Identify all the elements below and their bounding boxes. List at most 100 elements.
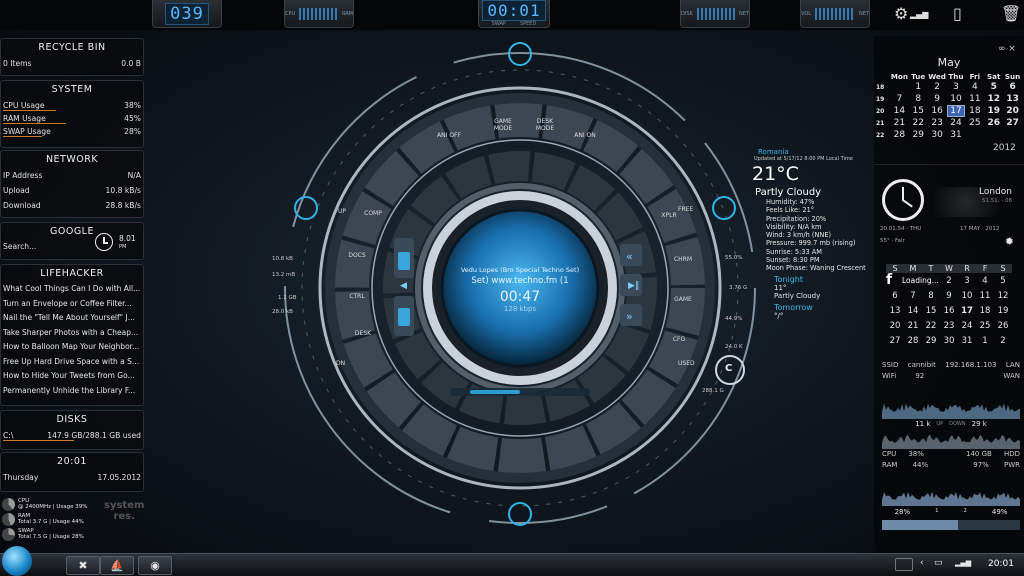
hud-button[interactable]: CFG <box>666 336 692 343</box>
mini-day[interactable]: 21 <box>904 321 922 331</box>
calendar-day[interactable]: 31 <box>947 130 966 140</box>
mini-day[interactable]: 3 <box>958 276 976 286</box>
google-search-input[interactable]: Search... <box>3 242 36 251</box>
next-track-icon[interactable]: » <box>626 310 633 323</box>
feed-item[interactable]: How to Balloon Map Your Neighbor... <box>1 340 143 355</box>
tray-signal-icon[interactable]: ▂▄▆ <box>955 559 971 567</box>
disk-drive[interactable]: C:\ <box>3 431 13 440</box>
calendar-day[interactable]: 9 <box>928 94 947 104</box>
calendar-day[interactable]: 6 <box>1003 82 1022 92</box>
counter-widget[interactable]: 039 <box>152 0 222 28</box>
mini-day[interactable]: 14 <box>904 306 922 316</box>
calendar-day[interactable]: 10 <box>947 94 966 104</box>
mini-day[interactable]: 30 <box>940 336 958 346</box>
taskbar-app-icon[interactable]: ⛵ <box>100 556 134 575</box>
infinity-icon[interactable]: ∞ × <box>998 44 1016 54</box>
calendar-day[interactable]: 15 <box>909 106 928 116</box>
hud-button[interactable]: XPLR <box>656 212 682 219</box>
recycle-bin-widget[interactable]: RECYCLE BIN 0 Items 0.0 B <box>0 38 144 76</box>
calendar-day[interactable]: 2 <box>928 82 947 92</box>
mini-day[interactable]: 8 <box>922 291 940 301</box>
mini-day[interactable]: 2 <box>940 276 958 286</box>
mini-day[interactable]: 6 <box>886 291 904 301</box>
feed-item[interactable]: What Cool Things Can I Do with All... <box>1 282 143 297</box>
mini-day[interactable]: 16 <box>940 306 958 316</box>
calendar-day[interactable]: 7 <box>890 94 909 104</box>
feed-item[interactable]: Turn an Envelope or Coffee Filter... <box>1 297 143 312</box>
player-c-icon[interactable]: C <box>725 363 732 374</box>
mini-day[interactable]: 23 <box>940 321 958 331</box>
calendar-day[interactable]: 19 <box>984 106 1003 116</box>
taskbar-tools-icon[interactable]: ✖ <box>66 556 100 575</box>
mini-day[interactable]: 9 <box>940 291 958 301</box>
tray-chevron-icon[interactable]: ‹ <box>920 558 924 568</box>
clock-widget[interactable]: 00:01 SWAP SPEED <box>478 0 550 28</box>
calendar-day[interactable]: 25 <box>965 118 984 128</box>
feed-item[interactable]: Nail the "Tell Me About Yourself" J... <box>1 311 143 326</box>
calendar-day[interactable]: 5 <box>984 82 1003 92</box>
hud-button[interactable]: CTRL <box>344 293 370 300</box>
mini-day[interactable]: 7 <box>904 291 922 301</box>
mini-day[interactable]: 22 <box>922 321 940 331</box>
taskbar-browser-icon[interactable]: ◉ <box>138 556 172 575</box>
mini-day[interactable]: 12 <box>994 291 1012 301</box>
calendar-day[interactable]: 24 <box>947 118 966 128</box>
tray-monitor-icon[interactable]: ▭ <box>934 558 943 568</box>
calendar-day[interactable]: 16 <box>928 106 947 116</box>
meter-widget-2[interactable]: DISK NET <box>680 0 750 28</box>
calendar-day[interactable]: 12 <box>984 94 1003 104</box>
weather-widget[interactable]: Romania Updated at 5/17/12 8:00 PM Local… <box>752 148 876 320</box>
hud-button[interactable]: ANI OFF <box>436 132 462 139</box>
feed-item[interactable]: Permanently Unhide the Library F... <box>1 384 143 399</box>
mini-day[interactable]: 27 <box>886 336 904 346</box>
meter-widget-3[interactable]: VOL NET <box>800 0 870 28</box>
calendar-day[interactable]: 27 <box>1003 118 1022 128</box>
hud-button[interactable]: GAME MODE <box>490 118 516 132</box>
mini-day[interactable]: 31 <box>958 336 976 346</box>
battery-icon[interactable]: ▯ <box>953 4 962 23</box>
facebook-icon[interactable]: f <box>886 272 892 288</box>
mini-day[interactable]: 4 <box>976 276 994 286</box>
hud-button[interactable]: DESK <box>350 330 376 337</box>
calendar-day[interactable]: 8 <box>909 94 928 104</box>
mini-day[interactable]: 10 <box>958 291 976 301</box>
mini-day[interactable]: 5 <box>994 276 1012 286</box>
keyboard-icon[interactable] <box>895 558 913 571</box>
calendar-day[interactable]: 23 <box>928 118 947 128</box>
mini-day[interactable]: 28 <box>904 336 922 346</box>
now-playing[interactable]: Vedu Lopes (Bro Special Techno Set) Set)… <box>445 266 595 313</box>
hud-button[interactable]: CHRM <box>670 256 696 263</box>
calendar-day[interactable]: 18 <box>965 106 984 116</box>
mini-day[interactable]: 24 <box>958 321 976 331</box>
hud-button[interactable]: DOCS <box>344 252 370 259</box>
mini-day[interactable]: 19 <box>994 306 1012 316</box>
mini-day[interactable]: 26 <box>994 321 1012 331</box>
calendar-day[interactable]: 28 <box>890 130 909 140</box>
google-widget[interactable]: GOOGLE Search... 8.01 PM <box>0 222 144 260</box>
meter-widget-1[interactable]: CPU RAM <box>284 0 354 28</box>
feed-item[interactable]: How to Hide Your Tweets from Go... <box>1 369 143 384</box>
mini-day[interactable]: 15 <box>922 306 940 316</box>
mini-day[interactable]: 25 <box>976 321 994 331</box>
mini-day[interactable]: 17 <box>958 306 976 316</box>
calendar-day[interactable]: 20 <box>1003 106 1022 116</box>
world-clock-widget[interactable]: London 51.51, -.08 20.01.54 · THU 17 MAY… <box>874 164 1024 254</box>
prev-track-icon[interactable]: « <box>626 250 633 263</box>
feed-item[interactable]: Take Sharper Photos with a Cheap... <box>1 326 143 341</box>
mini-day[interactable]: 29 <box>922 336 940 346</box>
mini-day[interactable]: 20 <box>886 321 904 331</box>
calendar-day[interactable]: 14 <box>890 106 909 116</box>
calendar-day[interactable]: 26 <box>984 118 1003 128</box>
calendar-day[interactable]: 17 <box>946 105 966 117</box>
mini-day[interactable]: 1 <box>976 336 994 346</box>
calendar-day[interactable]: 4 <box>965 82 984 92</box>
taskbar-clock[interactable]: 20:01 <box>988 559 1014 569</box>
calendar-day[interactable]: 1 <box>909 82 928 92</box>
calendar-day[interactable]: 30 <box>928 130 947 140</box>
hud-button[interactable]: DESK MODE <box>532 118 558 132</box>
mini-day[interactable]: 18 <box>976 306 994 316</box>
hud-button[interactable]: COMP <box>360 210 386 217</box>
feed-item[interactable]: Free Up Hard Drive Space with a S... <box>1 355 143 370</box>
hud-button[interactable]: ANI ON <box>572 132 598 139</box>
calendar-day[interactable]: 22 <box>909 118 928 128</box>
